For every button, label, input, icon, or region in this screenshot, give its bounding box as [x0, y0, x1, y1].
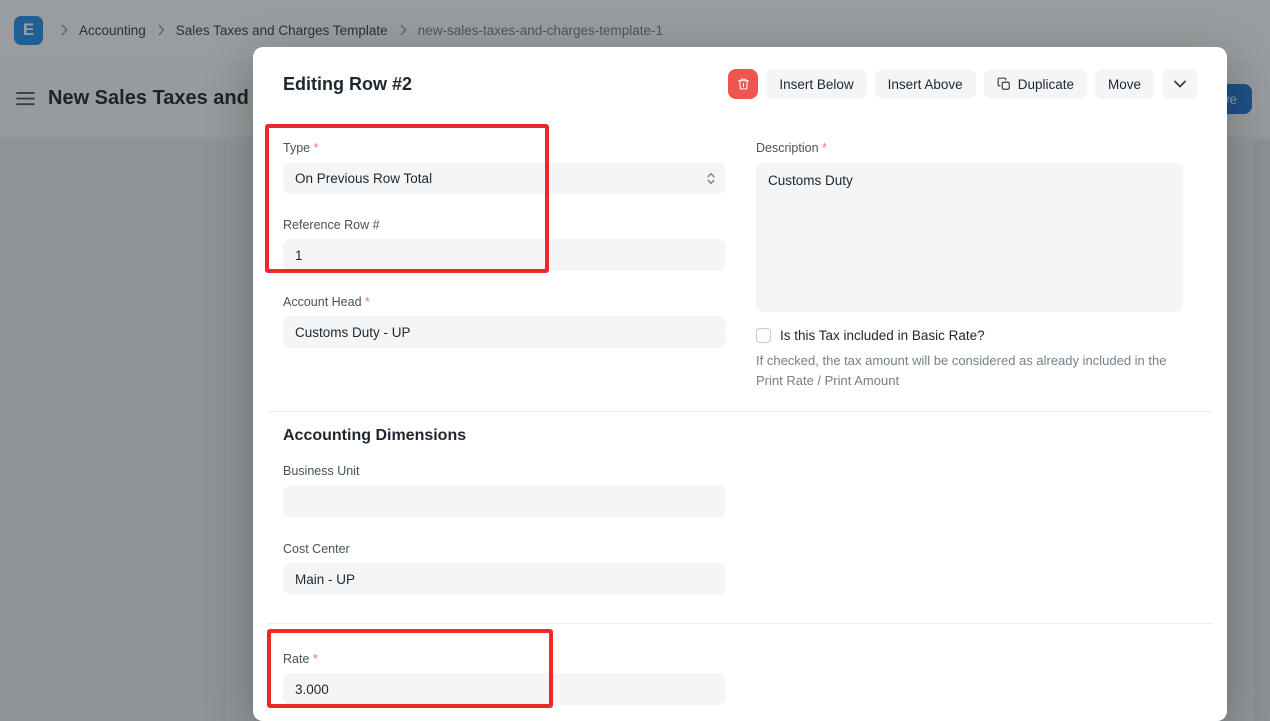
accounting-dimensions-heading: Accounting Dimensions: [283, 427, 467, 444]
required-marker: *: [313, 141, 319, 155]
type-field: Type * On Previous Row Total: [283, 141, 726, 194]
modal-title: Editing Row #2: [283, 73, 413, 94]
tax-included-help-text: If checked, the tax amount will be consi…: [756, 353, 1167, 388]
select-updown-icon: [706, 171, 716, 186]
required-marker: *: [365, 295, 370, 309]
delete-row-button[interactable]: [728, 69, 759, 99]
cost-center-input[interactable]: [283, 563, 726, 595]
tax-included-checkbox[interactable]: [756, 328, 771, 343]
description-label: Description *: [756, 141, 827, 155]
rate-input[interactable]: [283, 673, 726, 705]
business-unit-field: Business Unit: [283, 464, 726, 518]
modal-right-column: Description * Customs Duty Is this Tax i…: [756, 141, 1183, 390]
required-marker: *: [312, 652, 318, 666]
account-head-input[interactable]: [283, 316, 726, 348]
duplicate-button[interactable]: Duplicate: [983, 69, 1087, 99]
business-unit-input[interactable]: [283, 485, 726, 518]
move-button[interactable]: Move: [1094, 69, 1154, 99]
section-divider: [267, 623, 1213, 624]
type-label: Type *: [283, 141, 319, 155]
tax-included-label[interactable]: Is this Tax included in Basic Rate?: [780, 328, 985, 343]
description-field: Description * Customs Duty: [756, 141, 1183, 312]
account-head-field: Account Head *: [283, 295, 726, 348]
reference-row-field: Reference Row #: [283, 218, 726, 271]
cost-center-field: Cost Center: [283, 542, 726, 595]
rate-field: Rate *: [283, 652, 726, 705]
reference-row-input[interactable]: [283, 239, 726, 271]
tax-included-field: Is this Tax included in Basic Rate?: [756, 328, 1183, 343]
duplicate-label: Duplicate: [1017, 76, 1074, 92]
reference-row-label: Reference Row #: [283, 218, 380, 232]
trash-icon: [737, 77, 750, 91]
more-actions-button[interactable]: [1162, 69, 1198, 99]
duplicate-icon: [997, 77, 1011, 91]
edit-row-modal: Editing Row #2 Insert Below Insert Above…: [253, 47, 1227, 721]
rate-label: Rate *: [283, 652, 318, 666]
business-unit-label: Business Unit: [283, 464, 360, 478]
cost-center-label: Cost Center: [283, 542, 350, 556]
insert-below-button[interactable]: Insert Below: [766, 69, 867, 99]
modal-header: Editing Row #2 Insert Below Insert Above…: [253, 47, 1227, 99]
account-head-label: Account Head *: [283, 295, 370, 309]
type-select-value: On Previous Row Total: [295, 170, 433, 186]
type-select[interactable]: On Previous Row Total: [283, 162, 726, 194]
modal-left-column: Type * On Previous Row Total Reference R…: [283, 141, 726, 372]
modal-body: Type * On Previous Row Total Reference R…: [253, 99, 1227, 705]
insert-above-button[interactable]: Insert Above: [874, 69, 976, 99]
description-textarea[interactable]: Customs Duty: [756, 162, 1183, 312]
modal-actions: Insert Below Insert Above Duplicate Move: [728, 69, 1198, 99]
chevron-down-icon: [1174, 80, 1186, 88]
required-marker: *: [822, 141, 827, 155]
section-divider: [267, 411, 1213, 412]
